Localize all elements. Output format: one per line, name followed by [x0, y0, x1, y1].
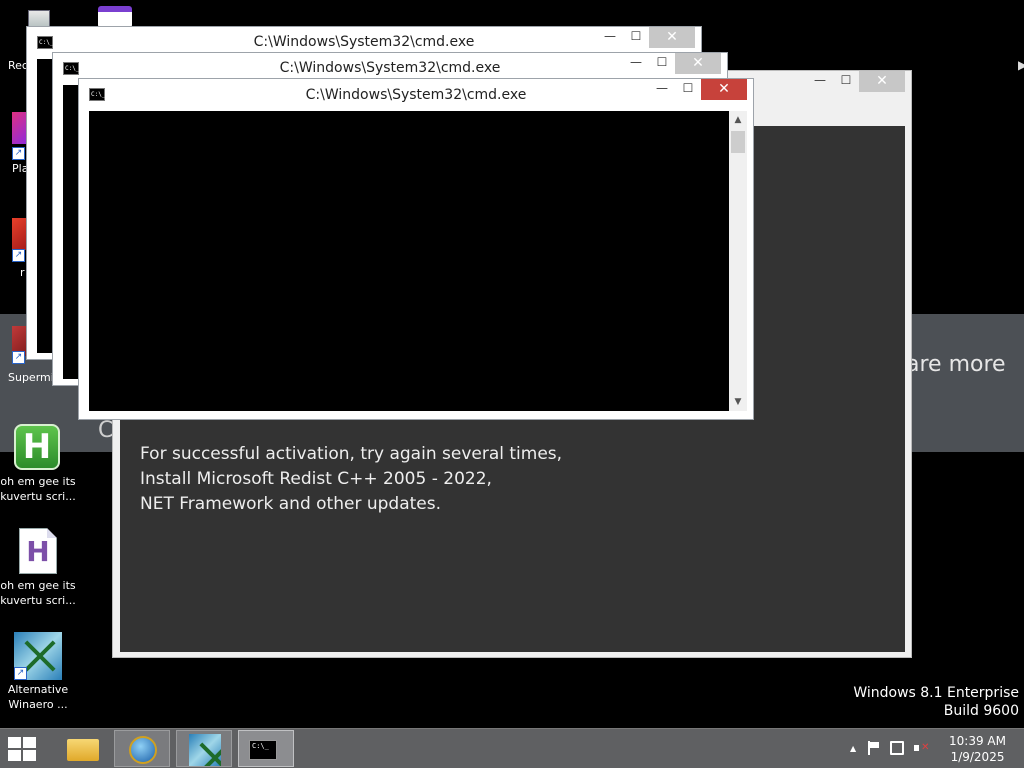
message-line: For successful activation, try again sev…: [140, 444, 563, 464]
desktop-icon-label: oh em gee its kuvertu scri...: [0, 579, 76, 607]
minimize-button[interactable]: —: [649, 79, 675, 100]
desktop-icon-label: oh em gee its kuvertu scri...: [0, 475, 76, 503]
watermark-build: Build 9600: [943, 703, 1019, 719]
desktop-icon-winaero[interactable]: ↗ Alternative Winaero ...: [0, 632, 76, 712]
desktop-icon-label: Rec: [8, 59, 28, 72]
taskbar-command-prompt[interactable]: C:\_: [238, 730, 294, 767]
maximize-button[interactable]: ☐: [675, 79, 701, 100]
autohotkey-script-icon: H: [14, 424, 60, 470]
shortcut-arrow-icon: ↗: [12, 249, 25, 262]
cmd-icon: C:\_: [249, 740, 277, 760]
close-button[interactable]: ✕: [649, 27, 695, 48]
desktop-icon-ahk-script[interactable]: H oh em gee its kuvertu scri...: [0, 424, 76, 504]
close-button[interactable]: ✕: [675, 53, 721, 74]
shortcut-arrow-icon: ↗: [14, 667, 27, 680]
scrollbar-thumb[interactable]: [731, 131, 745, 153]
windows-logo-icon: [8, 737, 21, 748]
clock-time: 10:39 AM: [949, 734, 1006, 748]
message-line: NET Framework and other updates.: [140, 494, 441, 514]
volume-muted-icon[interactable]: ✕: [914, 741, 930, 755]
close-button[interactable]: ✕: [701, 79, 747, 100]
taskbar-winaero-app[interactable]: [176, 730, 232, 767]
start-button[interactable]: [8, 737, 38, 763]
browser-globe-icon: [129, 736, 157, 764]
minimize-button[interactable]: —: [597, 27, 623, 48]
cmd-titlebar[interactable]: C:\_ C:\Windows\System32\cmd.exe — ☐ ✕: [79, 79, 753, 109]
minimize-button[interactable]: —: [807, 71, 833, 92]
show-hidden-icons-icon[interactable]: ▲: [850, 741, 856, 755]
close-button[interactable]: ✕: [859, 71, 905, 92]
folder-icon: [67, 739, 99, 761]
desktop-icon-calendar-app[interactable]: [98, 6, 134, 28]
desktop-icon-script-file[interactable]: H oh em gee its kuvertu scri...: [0, 528, 76, 608]
activation-message: For successful activation, try again sev…: [140, 442, 562, 517]
cmd-window-front[interactable]: C:\_ C:\Windows\System32\cmd.exe — ☐ ✕ ▲…: [78, 78, 754, 420]
shortcut-arrow-icon: ↗: [12, 351, 25, 364]
window-controls: — ☐ ✕: [807, 71, 905, 93]
banner-text: are more: [906, 352, 1006, 377]
maximize-button[interactable]: ☐: [623, 27, 649, 48]
taskbar: C:\_ ▲ ✕ 10:39 AM 1/9/2025: [0, 728, 1024, 768]
scroll-down-icon[interactable]: ▼: [729, 393, 747, 411]
desktop-icon-label: r: [20, 266, 25, 279]
clock-date: 1/9/2025: [950, 750, 1005, 764]
taskbar-file-explorer[interactable]: [54, 730, 110, 767]
cursor-icon: ▶: [1018, 58, 1024, 72]
watermark-edition: Windows 8.1 Enterprise: [853, 685, 1019, 701]
cmd-console[interactable]: [89, 111, 729, 411]
maximize-button[interactable]: ☐: [833, 71, 859, 92]
winaero-icon: [189, 734, 221, 766]
minimize-button[interactable]: —: [623, 53, 649, 74]
desktop-icon-label: Supermi: [8, 371, 54, 384]
calendar-icon: [98, 6, 132, 28]
network-icon[interactable]: [890, 741, 905, 755]
system-tray: ▲ ✕: [850, 741, 930, 755]
vertical-scrollbar[interactable]: ▲ ▼: [729, 111, 747, 411]
cmd-console[interactable]: [63, 85, 79, 379]
script-file-icon: H: [19, 528, 57, 574]
scroll-up-icon[interactable]: ▲: [729, 111, 747, 129]
cmd-console[interactable]: [37, 59, 53, 353]
desktop-icon-label: Alternative Winaero ...: [7, 683, 69, 711]
message-line: Install Microsoft Redist C++ 2005 - 2022…: [140, 469, 492, 489]
windows-watermark: Windows 8.1 Enterprise Build 9600: [853, 684, 1019, 720]
shortcut-arrow-icon: ↗: [12, 147, 25, 160]
maximize-button[interactable]: ☐: [649, 53, 675, 74]
action-center-flag-icon[interactable]: [866, 741, 880, 755]
taskbar-internet-browser[interactable]: [114, 730, 170, 767]
taskbar-clock[interactable]: 10:39 AM 1/9/2025: [949, 733, 1006, 765]
